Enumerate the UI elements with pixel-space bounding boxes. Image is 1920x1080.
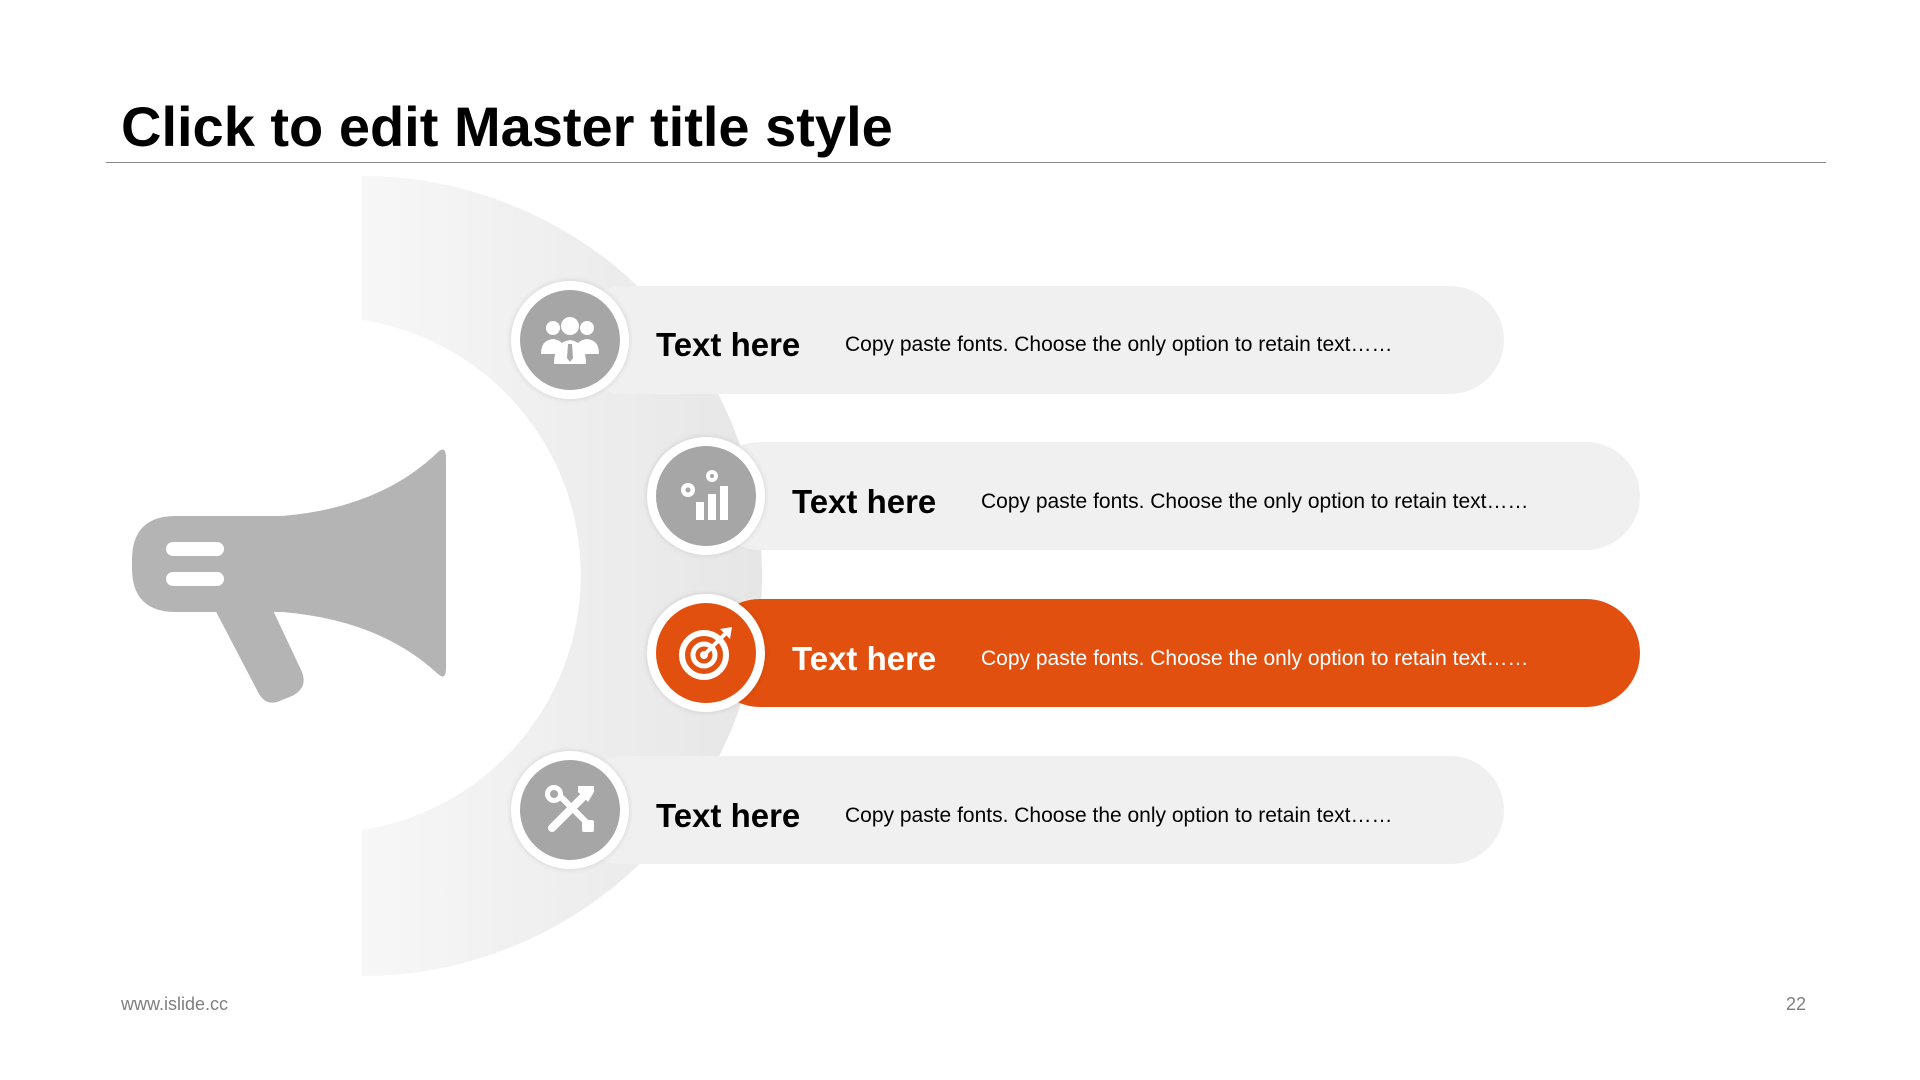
chart-gears-icon xyxy=(681,470,728,520)
row-3-icon-badge xyxy=(647,594,765,712)
row-1-title: Text here xyxy=(656,326,801,363)
row-4-icon-badge xyxy=(511,751,629,869)
megaphone-line-2 xyxy=(166,572,224,586)
megaphone-line-1 xyxy=(166,542,224,556)
target-icon xyxy=(679,627,732,680)
row-4-description: Copy paste fonts. Choose the only option… xyxy=(845,804,1393,827)
row-2-icon-badge xyxy=(647,437,765,555)
row-1-description: Copy paste fonts. Choose the only option… xyxy=(845,333,1393,356)
row-2-description: Copy paste fonts. Choose the only option… xyxy=(981,490,1529,513)
row-1-icon-badge xyxy=(511,281,629,399)
footer-url: www.islide.cc xyxy=(121,994,229,1014)
row-2-title: Text here xyxy=(792,483,937,520)
slide: Click to edit Master title style Text he… xyxy=(0,0,1920,1080)
row-3-description: Copy paste fonts. Choose the only option… xyxy=(981,647,1529,670)
row-3-title: Text here xyxy=(792,640,937,677)
row-4-title: Text here xyxy=(656,797,801,834)
tools-icon xyxy=(545,785,594,832)
page-number: 22 xyxy=(1786,994,1807,1014)
team-icon xyxy=(541,317,599,364)
